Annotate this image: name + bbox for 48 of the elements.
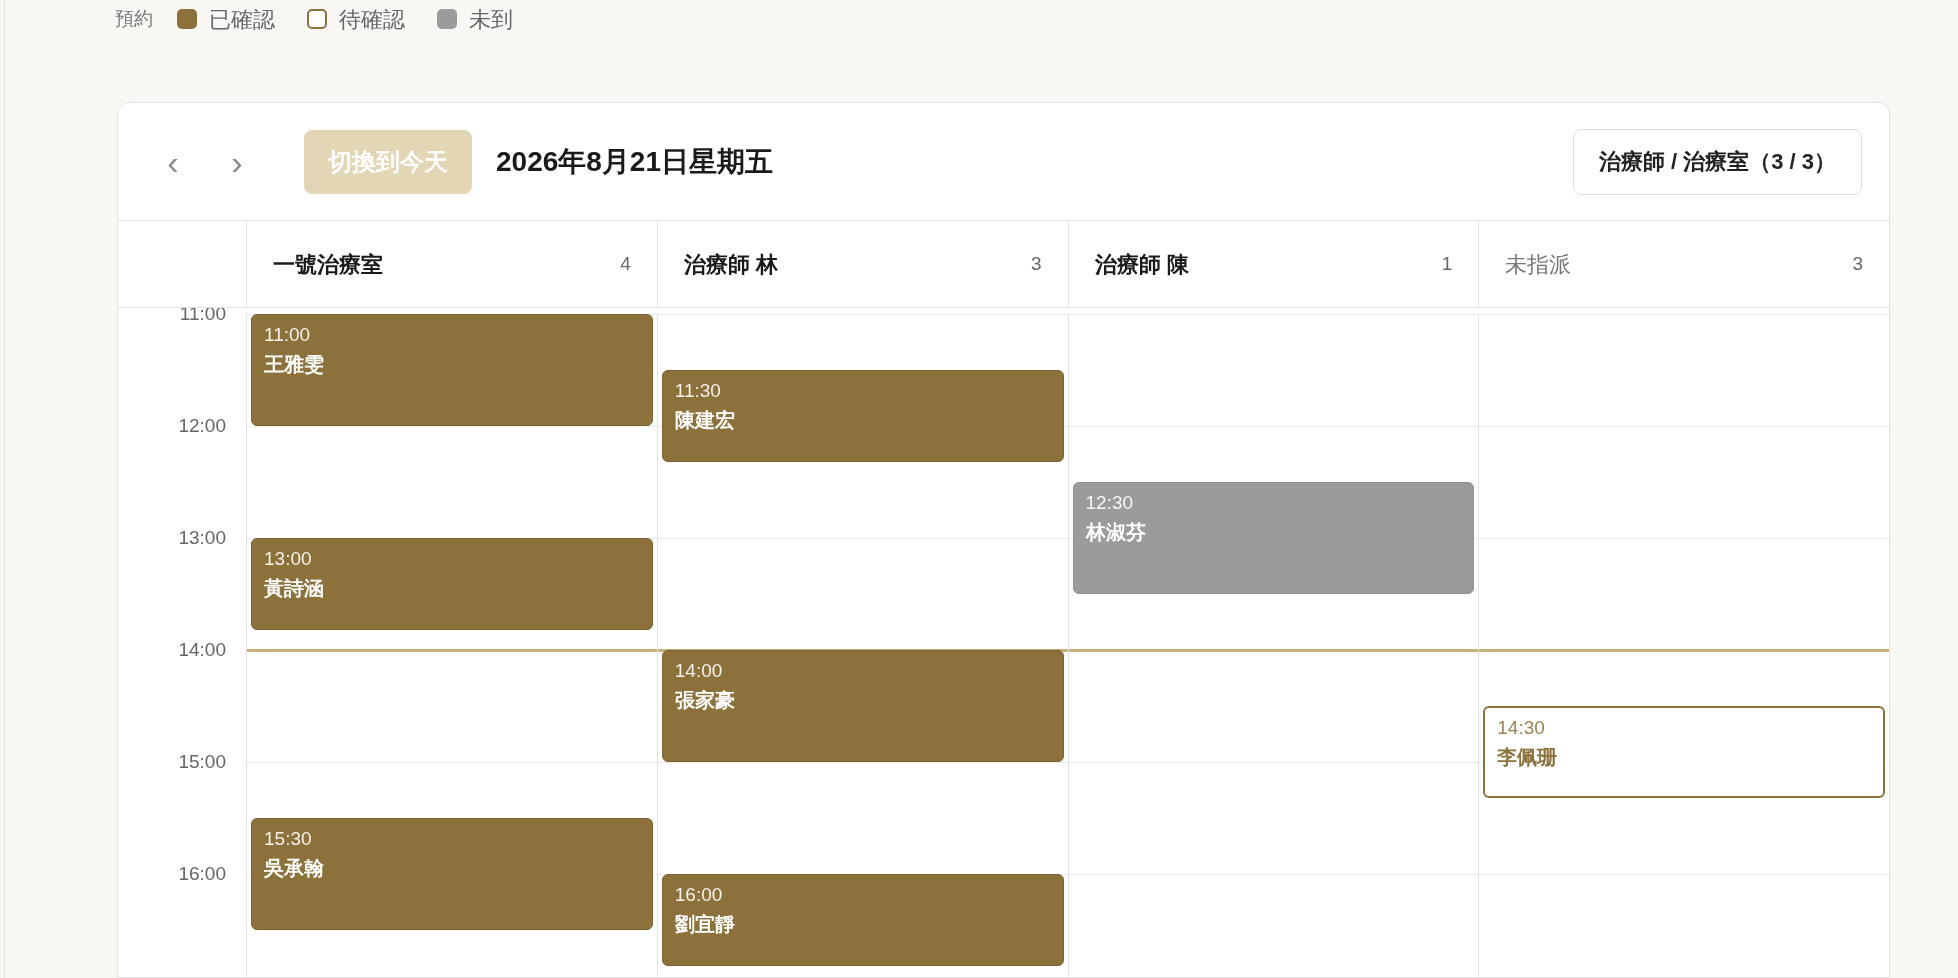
legend-item: 待確認 bbox=[339, 5, 405, 34]
time-label: 12:00 bbox=[178, 415, 226, 437]
appointment-card[interactable]: 12:30 林淑芬 bbox=[1072, 482, 1475, 594]
appointment-card[interactable]: 13:00 黃詩涵 bbox=[251, 538, 653, 630]
appointment-card[interactable]: 11:30 陳建宏 bbox=[661, 370, 1064, 462]
event-count: 3 bbox=[1030, 251, 1042, 276]
appointment-time: 14:30 bbox=[1497, 716, 1546, 740]
appointment-card[interactable]: 11:00 王雅雯 bbox=[251, 314, 653, 426]
appointment-time: 14:00 bbox=[674, 659, 724, 683]
legend-item: 未到 bbox=[469, 5, 513, 34]
patient-name: 吳承翰 bbox=[264, 856, 325, 881]
filter-button[interactable]: 治療師 / 治療室（3 / 3） bbox=[1572, 128, 1862, 195]
event-count: 1 bbox=[1441, 251, 1453, 276]
appointment-time: 11:30 bbox=[674, 379, 722, 403]
legend-item: 已確認 bbox=[209, 5, 275, 34]
status-swatch-icon bbox=[307, 9, 327, 29]
patient-name: 陳建宏 bbox=[674, 408, 736, 433]
appointment-time: 13:00 bbox=[264, 547, 313, 571]
patient-name: 黃詩涵 bbox=[264, 576, 325, 601]
appointment-card[interactable]: 14:30 李佩珊 bbox=[1483, 706, 1885, 798]
patient-name: 張家豪 bbox=[674, 688, 736, 713]
appointment-time: 15:30 bbox=[264, 827, 313, 851]
appointment-time: 16:00 bbox=[674, 883, 724, 907]
event-count: 4 bbox=[620, 251, 631, 276]
column-header: 治療師 陳 bbox=[1094, 250, 1189, 279]
status-swatch-icon bbox=[437, 9, 457, 29]
appointment-time: 11:00 bbox=[264, 323, 312, 347]
appointment-card[interactable]: 15:30 吳承翰 bbox=[251, 818, 653, 930]
status-swatch-icon bbox=[177, 9, 197, 29]
time-label: 13:00 bbox=[178, 527, 226, 549]
date-title: 2026年8月21日星期五 bbox=[496, 144, 773, 179]
column-header: 未指派 bbox=[1505, 250, 1572, 279]
appointment-time: 12:30 bbox=[1085, 491, 1135, 515]
time-label: 15:00 bbox=[178, 751, 226, 773]
legend-label: 預約 bbox=[115, 6, 153, 31]
patient-name: 劉宜靜 bbox=[674, 912, 736, 937]
event-count: 3 bbox=[1852, 251, 1863, 276]
next-button[interactable]: › bbox=[222, 144, 252, 179]
column-header: 治療師 林 bbox=[683, 250, 778, 279]
patient-name: 王雅雯 bbox=[264, 352, 325, 377]
column-header: 一號治療室 bbox=[273, 250, 383, 279]
time-label: 14:00 bbox=[178, 639, 226, 661]
appointment-card[interactable]: 16:00 劉宜靜 bbox=[661, 874, 1064, 966]
patient-name: 林淑芬 bbox=[1085, 520, 1147, 545]
time-label: 16:00 bbox=[178, 863, 226, 885]
appointment-card[interactable]: 14:00 張家豪 bbox=[661, 650, 1064, 762]
previous-button[interactable]: ‹ bbox=[158, 144, 188, 179]
patient-name: 李佩珊 bbox=[1497, 745, 1559, 770]
